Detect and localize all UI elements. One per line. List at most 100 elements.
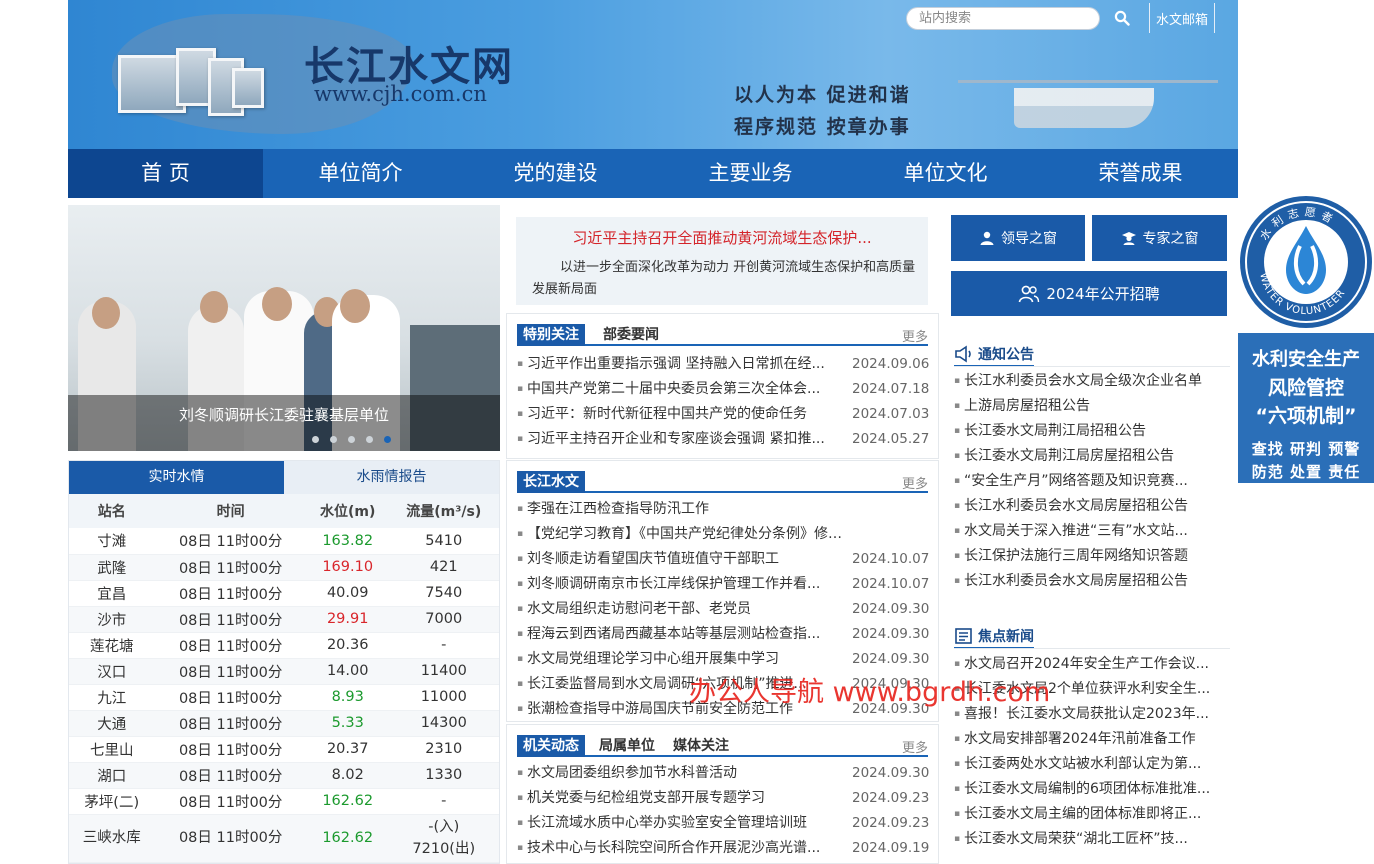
tab-media[interactable]: 媒体关注 — [667, 735, 735, 757]
list-item[interactable]: ▪ 习近平：新时代新征程中国共产党的使命任务 2024.07.03 — [517, 402, 929, 427]
carousel-caption[interactable]: 刘冬顺调研长江委驻襄基层单位 — [68, 404, 500, 425]
expert-window-button[interactable]: 专家之窗 — [1092, 215, 1227, 261]
list-item[interactable]: ▪ 长江水利委员会水文局房屋招租公告 — [954, 569, 1230, 594]
tab-special[interactable]: 特别关注 — [517, 324, 585, 346]
list-item[interactable]: ▪ 水文局组织走访慰问老干部、老党员 2024.09.30 — [517, 597, 929, 622]
carousel-dot-active[interactable] — [384, 436, 391, 443]
table-row: 寸滩 08日 11时00分 163.82 5410 — [69, 528, 499, 555]
list-item[interactable]: ▪ 习近平作出重要指示强调 坚持融入日常抓在经... 2024.09.06 — [517, 352, 929, 377]
carousel-dot[interactable] — [330, 436, 337, 443]
search-input[interactable] — [919, 8, 1089, 29]
station-cell: 茅坪(二) — [69, 788, 155, 815]
recruit-button[interactable]: 2024年公开招聘 — [951, 271, 1227, 316]
list-item[interactable]: ▪ 长江委水文局2个单位获评水利安全生... — [954, 677, 1230, 702]
carousel-dot[interactable] — [366, 436, 373, 443]
list-item[interactable]: ▪ 长江委两处水文站被水利部认定为第... — [954, 752, 1230, 777]
table-row: 湖口 08日 11时00分 8.02 1330 — [69, 762, 499, 789]
list-item[interactable]: ▪ 刘冬顺走访看望国庆节值班值守干部职工 2024.10.07 — [517, 547, 929, 572]
nav-business[interactable]: 主要业务 — [653, 149, 848, 198]
safety-mechanism: “六项机制” — [1255, 405, 1357, 427]
list-item[interactable]: ▪ 刘冬顺调研南京市长江岸线保护管理工作并看... 2024.10.07 — [517, 572, 929, 597]
list-item[interactable]: ▪ 中国共产党第二十届中央委员会第三次全体会... 2024.07.18 — [517, 377, 929, 402]
more-link[interactable]: 更多 — [902, 473, 928, 492]
list-item[interactable]: ▪ 水文局团委组织参加节水科普活动 2024.09.30 — [517, 761, 929, 786]
station-cell: 莲花塘 — [69, 632, 155, 659]
safety-risk-banner[interactable]: 水利安全生产 风险管控 “六项机制” 查找 研判 预警 防范 处置 责任 — [1238, 333, 1374, 483]
bullet-icon: ▪ — [517, 434, 524, 444]
bullet-icon: ▪ — [517, 604, 524, 614]
search-button[interactable] — [1114, 10, 1134, 30]
site-domain: www.cjh.com.cn — [314, 82, 487, 106]
list-item-title: 长江委水文局2个单位获评水利安全生... — [964, 681, 1211, 697]
list-item[interactable]: ▪ 机关党委与纪检组党支部开展专题学习 2024.09.23 — [517, 786, 929, 811]
list-item[interactable]: ▪ 上游局房屋招租公告 — [954, 394, 1230, 419]
tab-ministry[interactable]: 部委要闻 — [597, 324, 665, 346]
list-item[interactable]: ▪ 水文局安排部署2024年汛前准备工作 — [954, 727, 1230, 752]
list-item-title: 习近平主持召开企业和专家座谈会强调 紧扣推... — [527, 431, 825, 447]
nav-home[interactable]: 首 页 — [68, 149, 263, 198]
list-item[interactable]: ▪ 程海云到西诸局西藏基本站等基层测站检查指... 2024.09.30 — [517, 622, 929, 647]
headline-title[interactable]: 习近平主持召开全面推动黄河流域生态保护... — [516, 227, 928, 248]
headline-desc: 以进一步全面深化改革为动力 开创黄河流域生态保护和高质量发展新局面 — [532, 260, 916, 297]
list-item[interactable]: ▪ 李强在江西检查指导防汛工作 — [517, 497, 928, 522]
list-item[interactable]: ▪ 长江流域水质中心举办实验室安全管理培训班 2024.09.23 — [517, 811, 929, 836]
list-item[interactable]: ▪ 长江委水文局主编的团体标准即将正... — [954, 802, 1230, 827]
list-item[interactable]: ▪ 长江委水文局荣获“湖北工匠杯”技... — [954, 827, 1230, 852]
list-item[interactable]: ▪ 长江水利委员会水文局房屋招租公告 — [954, 494, 1230, 519]
list-item[interactable]: ▪ 喜报！长江委水文局获批认定2023年... — [954, 702, 1230, 727]
cjsw-panel: 长江水文 更多 ▪ 李强在江西检查指导防汛工作 ▪ 【党纪学习教育】《中国共产党纪律处… — [506, 460, 939, 722]
station-cell: 九江 — [69, 684, 155, 711]
list-item[interactable]: ▪ 水文局党组理论学习中心组开展集中学习 2024.09.30 — [517, 647, 929, 672]
list-item[interactable]: ▪ 长江保护法施行三周年网络知识答题 — [954, 544, 1230, 569]
water-volunteer-badge[interactable]: 水利志愿者 WATER VOLUNTEER — [1238, 186, 1374, 332]
bullet-icon: ▪ — [517, 818, 524, 828]
user-icon — [980, 231, 994, 245]
flow-cell: 14300 — [388, 710, 499, 737]
focus-section-title[interactable]: 焦点新闻 — [954, 625, 1034, 649]
list-item[interactable]: ▪ 长江委水文局荆江局房屋招租公告 — [954, 444, 1230, 469]
tab-realtime-water[interactable]: 实时水情 — [69, 461, 284, 494]
list-item[interactable]: ▪ 水文局关于深入推进“三有”水文站... — [954, 519, 1230, 544]
leader-window-button[interactable]: 领导之窗 — [951, 215, 1085, 261]
list-item[interactable]: ▪ 【党纪学习教育】《中国共产党纪律处分条例》修订条文... — [517, 522, 928, 547]
cjsw-news-list: ▪ 李强在江西检查指导防汛工作 ▪ 【党纪学习教育】《中国共产党纪律处分条例》修订条文… — [517, 497, 929, 722]
tab-jgdt[interactable]: 机关动态 — [517, 735, 585, 757]
carousel-dot[interactable] — [312, 436, 319, 443]
expert-window-label: 专家之窗 — [1142, 231, 1199, 247]
focus-list: ▪ 水文局召开2024年安全生产工作会议... ▪ 长江委水文局2个单位获评水利安全生… — [954, 652, 1230, 852]
notice-section-title[interactable]: 通知公告 — [954, 343, 1034, 367]
flow-out: 7210(出) — [412, 841, 476, 857]
list-item[interactable]: ▪ 水文局召开2024年安全生产工作会议... — [954, 652, 1230, 677]
list-item[interactable]: ▪ 长江水利委员会水文局全级次企业名单 — [954, 369, 1230, 394]
news-carousel[interactable]: 刘冬顺调研长江委驻襄基层单位 — [68, 205, 500, 451]
mail-link[interactable]: 水文邮箱 — [1149, 3, 1216, 33]
level-cell: 8.02 — [306, 762, 389, 789]
nav-honors[interactable]: 荣誉成果 — [1043, 149, 1238, 198]
divider — [954, 648, 1230, 649]
nav-about[interactable]: 单位简介 — [263, 149, 458, 198]
list-item[interactable]: ▪ 长江委水文局编制的6项团体标准批准... — [954, 777, 1230, 802]
list-item[interactable]: ▪ “安全生产月”网络答题及知识竞赛... — [954, 469, 1230, 494]
time-cell: 08日 11时00分 — [154, 528, 307, 555]
tab-cjsw[interactable]: 长江水文 — [517, 471, 585, 493]
list-item[interactable]: ▪ 张潮检查指导中游局国庆节前安全防范工作 2024.09.30 — [517, 697, 929, 722]
list-item[interactable]: ▪ 长江委水文局荆江局招租公告 — [954, 419, 1230, 444]
nav-culture[interactable]: 单位文化 — [848, 149, 1043, 198]
station-cell: 宜昌 — [69, 580, 155, 607]
list-item[interactable]: ▪ 技术中心与长科院空间所合作开展泥沙高光谱... 2024.09.19 — [517, 836, 929, 861]
main-nav: 首 页 单位简介 党的建设 主要业务 单位文化 荣誉成果 — [68, 149, 1238, 198]
more-link[interactable]: 更多 — [902, 326, 928, 345]
list-item[interactable]: ▪ 长江委监督局到水文局调研“六项机制”推进... 2024.09.30 — [517, 672, 929, 697]
time-cell: 08日 11时00分 — [154, 788, 307, 815]
nav-party[interactable]: 党的建设 — [458, 149, 653, 198]
tab-subunits[interactable]: 局属单位 — [593, 735, 661, 757]
list-item-title: 喜报！长江委水文局获批认定2023年... — [964, 706, 1209, 722]
list-item[interactable]: ▪ 习近平主持召开企业和专家座谈会强调 紧扣推... 2024.05.27 — [517, 427, 929, 452]
tab-rain-report[interactable]: 水雨情报告 — [284, 461, 499, 494]
list-item-title: 长江委监督局到水文局调研“六项机制”推进... — [527, 676, 807, 692]
divider — [954, 366, 1230, 367]
more-link[interactable]: 更多 — [902, 737, 928, 756]
list-item-title: “安全生产月”网络答题及知识竞赛... — [964, 473, 1188, 489]
flow-cell: 7000 — [388, 606, 499, 633]
carousel-dot[interactable] — [348, 436, 355, 443]
